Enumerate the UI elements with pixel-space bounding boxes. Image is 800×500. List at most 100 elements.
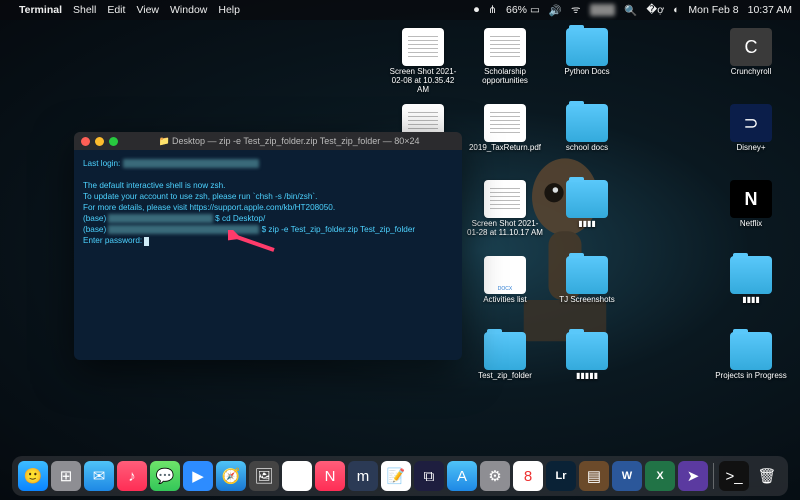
desktop-item[interactable]: TJ Screenshots bbox=[548, 256, 626, 330]
dock-terminal[interactable]: >_ bbox=[719, 461, 749, 491]
dock-word[interactable]: W bbox=[612, 461, 642, 491]
desktop-item-label: Scholarship opportunities bbox=[467, 68, 543, 86]
desktop-item[interactable]: CCrunchyroll bbox=[712, 28, 790, 102]
dock-app2[interactable]: ➤ bbox=[678, 461, 708, 491]
folder-icon bbox=[730, 332, 772, 370]
dock-preview[interactable]: 🖼 bbox=[249, 461, 279, 491]
desktop-item[interactable]: Screen Shot 2021-01-28 at 11.10.17 AM bbox=[466, 180, 544, 254]
search-icon[interactable]: 🔍 bbox=[624, 4, 637, 17]
menu-edit[interactable]: Edit bbox=[107, 4, 125, 16]
dock-notes[interactable]: 📝 bbox=[381, 461, 411, 491]
desktop-item-label: Screen Shot 2021-01-28 at 11.10.17 AM bbox=[467, 220, 543, 238]
desktop-item[interactable]: Python Docs bbox=[548, 28, 626, 102]
term-line: For more details, please visit https://s… bbox=[83, 203, 335, 212]
status-icon[interactable]: ⋔ bbox=[488, 4, 497, 16]
term-blur: ████ ███ █ ██████ ████████ bbox=[123, 159, 260, 168]
desktop-item[interactable]: ▮▮▮▮▮ bbox=[548, 332, 626, 406]
dock-chrome[interactable]: ◉ bbox=[282, 461, 312, 491]
volume-icon[interactable]: 🔊 bbox=[549, 4, 562, 17]
desktop-item-label: Screen Shot 2021-02-08 at 10.35.42 AM bbox=[385, 68, 461, 94]
cursor-icon bbox=[144, 237, 149, 246]
desktop-item-label: Activities list bbox=[483, 296, 527, 305]
desktop-item-label: 2019_TaxReturn.pdf bbox=[469, 144, 541, 153]
battery-icon[interactable]: ▭ bbox=[530, 4, 540, 16]
terminal-title: Desktop — zip -e Test_zip_folder.zip Tes… bbox=[172, 136, 420, 146]
screenrec-icon[interactable]: ⏺ bbox=[474, 4, 479, 17]
folder-icon bbox=[730, 256, 772, 294]
dock-mail[interactable]: ✉ bbox=[84, 461, 114, 491]
dock-appstore[interactable]: A bbox=[447, 461, 477, 491]
folder-icon: 📁 bbox=[158, 136, 169, 146]
desktop-item[interactable]: ⊃Disney+ bbox=[712, 104, 790, 178]
desktop-item-label: Projects in Progress bbox=[715, 372, 787, 381]
wifi-icon[interactable]: ᯤ bbox=[571, 3, 581, 17]
menu-help[interactable]: Help bbox=[218, 4, 240, 16]
desktop-item-label: ▮▮▮▮▮ bbox=[576, 372, 598, 381]
desktop-item[interactable]: N Netflix bbox=[712, 180, 790, 254]
dock-news[interactable]: N bbox=[315, 461, 345, 491]
dock-zoom[interactable]: ▶ bbox=[183, 461, 213, 491]
dock-app1[interactable]: ▤ bbox=[579, 461, 609, 491]
close-icon[interactable] bbox=[81, 137, 90, 146]
desktop-item[interactable]: Screen Shot 2021-02-08 at 10.35.42 AM bbox=[384, 28, 462, 102]
folder-icon bbox=[484, 332, 526, 370]
desktop-item-label: Disney+ bbox=[736, 144, 765, 153]
term-line: $ cd Desktop/ bbox=[213, 214, 265, 223]
zoom-icon[interactable] bbox=[109, 137, 118, 146]
terminal-window[interactable]: 📁 Desktop — zip -e Test_zip_folder.zip T… bbox=[74, 132, 462, 360]
folder-icon bbox=[566, 332, 608, 370]
dock-excel[interactable]: X bbox=[645, 461, 675, 491]
battery-percent: 66% bbox=[506, 4, 527, 16]
term-line: $ zip -e Test_zip_folder.zip Test_zip_fo… bbox=[259, 225, 415, 234]
desktop-item-label: ▮▮▮▮ bbox=[578, 220, 596, 229]
dock-safari[interactable]: 🧭 bbox=[216, 461, 246, 491]
desktop-item[interactable]: Projects in Progress bbox=[712, 332, 790, 406]
dock-lightroom[interactable]: Lr bbox=[546, 461, 576, 491]
docx-icon bbox=[484, 256, 526, 294]
menubar-date[interactable]: Mon Feb 8 bbox=[688, 4, 738, 16]
term-blur: ██████████████████████████ bbox=[108, 225, 259, 234]
menubar-time[interactable]: 10:37 AM bbox=[748, 4, 792, 16]
term-line: Last login: bbox=[83, 159, 123, 168]
terminal-titlebar[interactable]: 📁 Desktop — zip -e Test_zip_folder.zip T… bbox=[74, 132, 462, 150]
document-icon bbox=[484, 180, 526, 218]
desktop-item-label: school docs bbox=[566, 144, 608, 153]
menu-shell[interactable]: Shell bbox=[73, 4, 96, 16]
app-menu[interactable]: Terminal bbox=[19, 4, 62, 16]
dock-sysprefs[interactable]: ⚙ bbox=[480, 461, 510, 491]
desktop-item[interactable]: Test_zip_folder bbox=[466, 332, 544, 406]
desktop-item-label: ▮▮▮▮ bbox=[742, 296, 760, 305]
desktop-item[interactable]: Scholarship opportunities bbox=[466, 28, 544, 102]
minimize-icon[interactable] bbox=[95, 137, 104, 146]
terminal-body[interactable]: Last login: ████ ███ █ ██████ ████████ T… bbox=[74, 150, 462, 255]
menu-view[interactable]: View bbox=[136, 4, 159, 16]
desktop-item[interactable]: Activities list bbox=[466, 256, 544, 330]
app-icon: N bbox=[730, 180, 772, 218]
term-line: (base) bbox=[83, 214, 108, 223]
dock-finder[interactable]: 🙂 bbox=[18, 461, 48, 491]
desktop-item-label: Python Docs bbox=[564, 68, 609, 77]
app-icon: C bbox=[730, 28, 772, 66]
dock-messages[interactable]: 💬 bbox=[150, 461, 180, 491]
desktop-item[interactable]: ▮▮▮▮ bbox=[712, 256, 790, 330]
desktop-item-label: Netflix bbox=[740, 220, 762, 229]
desktop-item[interactable]: school docs bbox=[548, 104, 626, 178]
dock-music[interactable]: ♪ bbox=[117, 461, 147, 491]
menubar: Terminal Shell Edit View Window Help ⏺ ⋔… bbox=[0, 0, 800, 20]
dock-calendar[interactable]: 8 bbox=[513, 461, 543, 491]
folder-icon bbox=[566, 104, 608, 142]
document-icon bbox=[402, 28, 444, 66]
siri-icon[interactable]: ◐ bbox=[673, 4, 679, 16]
desktop-item[interactable]: ▮▮▮▮ bbox=[548, 180, 626, 254]
menu-window[interactable]: Window bbox=[170, 4, 207, 16]
dock-trash[interactable]: 🗑 bbox=[752, 461, 782, 491]
control-center-icon[interactable]: �ợ bbox=[646, 4, 664, 16]
pdf-icon bbox=[484, 104, 526, 142]
status-blur: xxx bbox=[590, 4, 616, 16]
dock-vscode[interactable]: ⧉ bbox=[414, 461, 444, 491]
dock-launchpad[interactable]: ⊞ bbox=[51, 461, 81, 491]
desktop: Terminal Shell Edit View Window Help ⏺ ⋔… bbox=[0, 0, 800, 500]
term-line: (base) bbox=[83, 225, 108, 234]
desktop-item[interactable]: 2019_TaxReturn.pdf bbox=[466, 104, 544, 178]
dock-musescore[interactable]: m bbox=[348, 461, 378, 491]
